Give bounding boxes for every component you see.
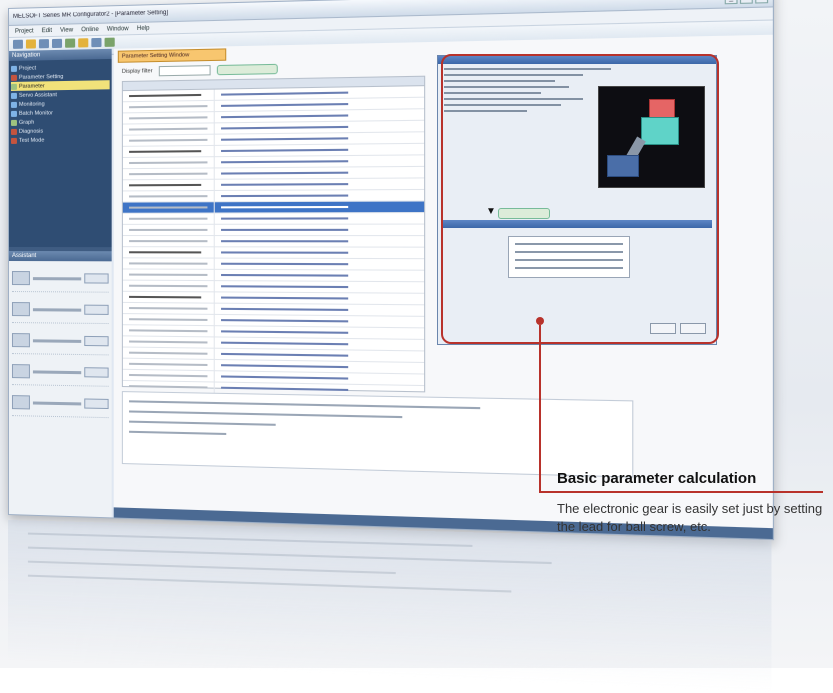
menu-project[interactable]: Project — [15, 28, 34, 34]
servo-icon — [11, 302, 30, 317]
test-icon — [10, 137, 17, 144]
graph-icon — [10, 119, 17, 126]
new-icon[interactable] — [12, 39, 23, 49]
menu-view[interactable]: View — [60, 27, 73, 33]
open-icon[interactable] — [25, 39, 36, 49]
menu-window[interactable]: Window — [107, 26, 129, 33]
assistant-step[interactable] — [11, 327, 109, 356]
folder-icon — [10, 65, 17, 72]
callout-title: Basic parameter calculation — [557, 470, 757, 487]
callout-description: The electronic gear is easily set just b… — [557, 501, 823, 534]
assistant-step[interactable] — [11, 265, 109, 293]
assistant-panel: Assistant — [8, 251, 112, 518]
maximize-button[interactable]: □ — [739, 0, 753, 4]
table-row[interactable] — [122, 213, 425, 225]
online-icon[interactable] — [65, 38, 76, 48]
monitor-icon[interactable] — [91, 37, 102, 48]
menu-online[interactable]: Online — [81, 26, 99, 32]
tree-item-test-mode[interactable]: Test Mode — [10, 135, 110, 145]
graph-icon[interactable] — [104, 37, 115, 47]
menu-help[interactable]: Help — [137, 25, 150, 31]
project-tree: Project Parameter Setting Parameter Serv… — [8, 58, 112, 248]
servo-icon — [11, 271, 30, 286]
print-icon[interactable] — [51, 38, 63, 49]
save-icon[interactable] — [38, 39, 49, 49]
filter-label: Display filter — [121, 68, 153, 75]
assistant-step[interactable] — [11, 296, 109, 325]
diagnosis-icon — [10, 128, 17, 135]
close-button[interactable]: × — [755, 0, 769, 4]
assistant-step[interactable] — [11, 358, 109, 387]
description-panel — [121, 391, 634, 478]
assistant-header: Assistant — [8, 251, 112, 262]
monitor-icon — [10, 101, 17, 108]
monitor-icon — [10, 110, 17, 117]
parameter-icon[interactable] — [78, 38, 89, 48]
table-row-selected[interactable] — [122, 201, 425, 214]
assistant-step[interactable] — [11, 389, 109, 419]
servo-icon — [11, 333, 30, 348]
tab-parameter-setting[interactable]: Parameter Setting Window — [117, 48, 227, 63]
servo-icon — [11, 395, 30, 410]
callout-line-horizontal — [539, 491, 823, 493]
table-row[interactable] — [122, 224, 425, 237]
folder-icon — [10, 74, 17, 81]
assistant-icon — [10, 92, 17, 99]
parameter-icon — [10, 83, 17, 90]
table-row[interactable] — [122, 236, 425, 248]
navigation-panel: Navigation Project Parameter Setting Par… — [8, 48, 112, 518]
servo-icon — [11, 364, 30, 379]
highlight-frame — [441, 54, 719, 344]
menu-edit[interactable]: Edit — [42, 27, 52, 33]
callout-dot — [536, 317, 544, 325]
minimize-button[interactable]: _ — [724, 0, 738, 5]
table-row[interactable] — [122, 247, 425, 260]
basic-parameter-button[interactable] — [216, 63, 278, 76]
callout-line-vertical — [539, 325, 541, 493]
parameter-table — [121, 75, 426, 410]
filter-bar: Display filter — [121, 63, 278, 77]
filter-select[interactable] — [158, 65, 211, 77]
